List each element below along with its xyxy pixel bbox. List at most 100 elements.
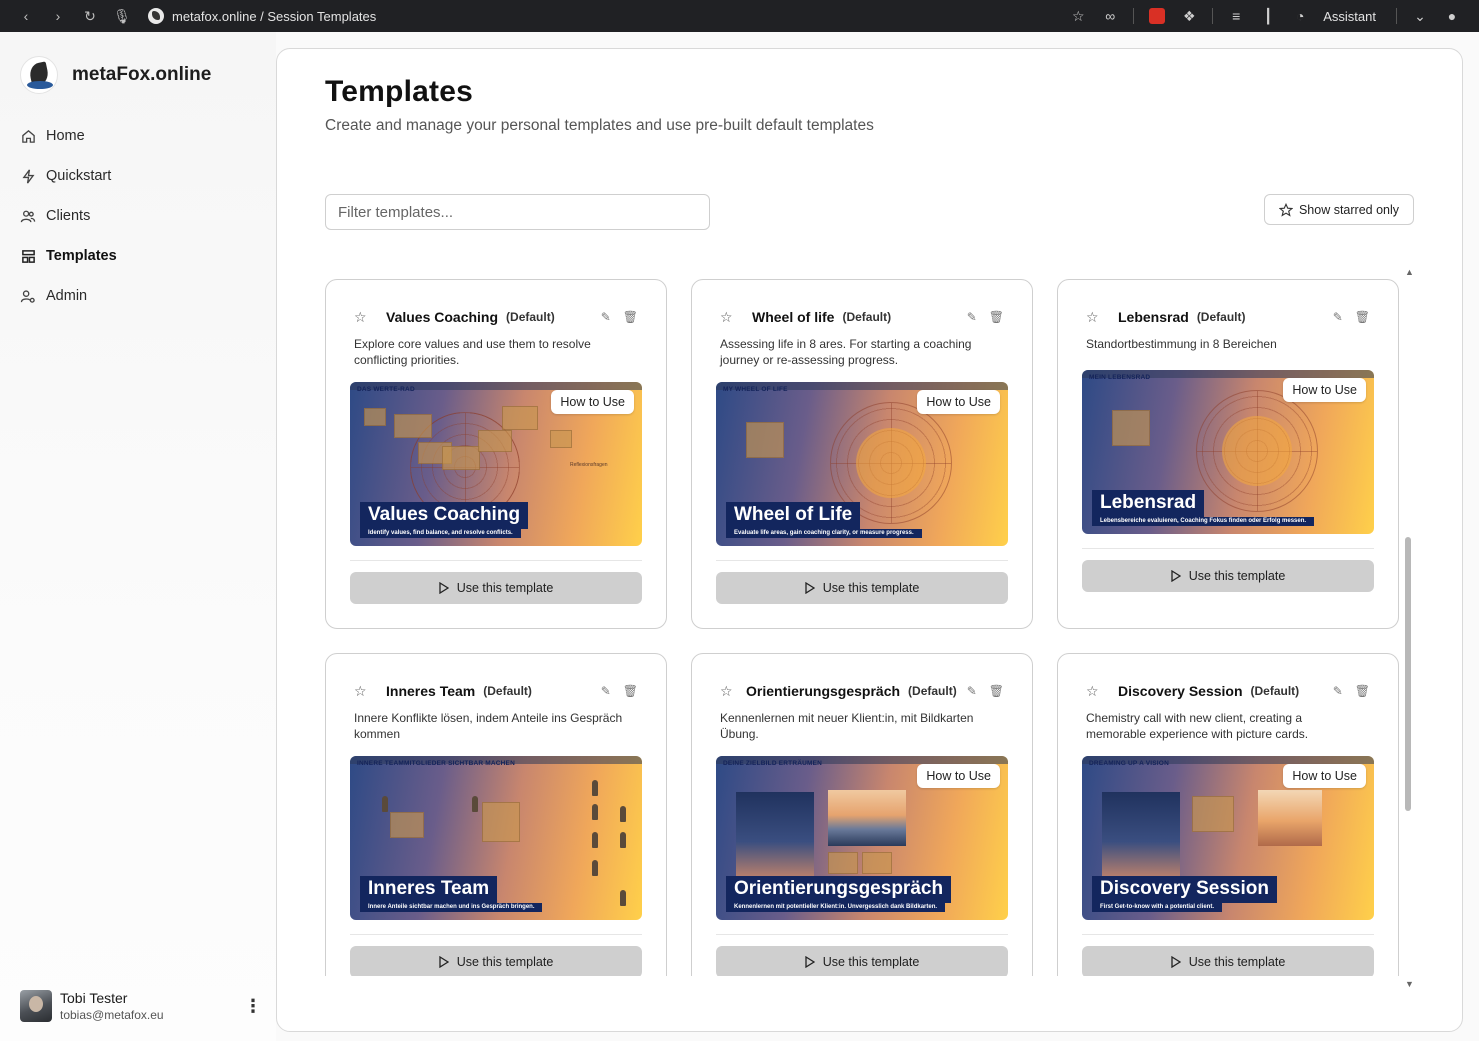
browser-toolbar: ‹ › ↻ 🎙︎ metafox.online / Session Templa… bbox=[0, 0, 1479, 32]
use-this-template-button[interactable]: Use this template bbox=[1082, 946, 1374, 976]
microphone-icon[interactable]: 🎙︎ bbox=[106, 4, 138, 28]
star-icon[interactable]: ☆ bbox=[354, 683, 368, 700]
thumbnail-caption: Evaluate life areas, gain coaching clari… bbox=[726, 529, 922, 538]
play-icon bbox=[439, 582, 449, 594]
use-this-template-button[interactable]: Use this template bbox=[716, 572, 1008, 604]
reload-icon[interactable]: ↻ bbox=[74, 4, 106, 28]
scroll-down-icon[interactable]: ▼ bbox=[1405, 979, 1414, 989]
site-favicon-icon bbox=[148, 8, 164, 24]
chevron-down-icon[interactable]: ⌄ bbox=[1407, 4, 1433, 28]
star-icon[interactable]: ☆ bbox=[354, 309, 368, 326]
edit-icon[interactable]: ✎ bbox=[967, 310, 977, 324]
edit-icon[interactable]: ✎ bbox=[1333, 310, 1343, 324]
template-thumbnail[interactable]: MY WHEEL OF LIFE How to Use Wheel of Lif… bbox=[716, 382, 1008, 546]
sidebar-item-templates[interactable]: Templates bbox=[20, 236, 250, 276]
template-thumbnail[interactable]: MEIN LEBENSRAD How to Use Lebensrad Lebe… bbox=[1082, 370, 1374, 534]
template-description: Innere Konflikte lösen, indem Anteile in… bbox=[354, 711, 623, 741]
link-icon[interactable]: ∞ bbox=[1097, 4, 1123, 28]
sidebar-item-clients[interactable]: Clients bbox=[20, 196, 250, 236]
how-to-use-button[interactable]: How to Use bbox=[917, 764, 1000, 788]
edit-icon[interactable]: ✎ bbox=[601, 684, 611, 698]
edit-icon[interactable]: ✎ bbox=[967, 684, 977, 698]
assistant-label[interactable]: Assistant bbox=[1323, 9, 1376, 24]
template-description: Assessing life in 8 ares. For starting a… bbox=[720, 337, 972, 367]
template-title: Values Coaching bbox=[386, 309, 499, 325]
thumbnail-caption: Kennenlernen mit potentieller Klient:in.… bbox=[726, 903, 946, 912]
audio-wave-icon[interactable]: ┃ bbox=[1255, 4, 1281, 28]
template-title: Orientierungsgespräch bbox=[746, 683, 901, 699]
play-icon bbox=[439, 956, 449, 968]
sidebar-item-label: Home bbox=[46, 128, 85, 144]
bolt-icon bbox=[20, 168, 36, 184]
how-to-use-button[interactable]: How to Use bbox=[917, 390, 1000, 414]
sunset-photo bbox=[828, 790, 906, 846]
default-tag: (Default) bbox=[842, 310, 892, 324]
use-this-template-button[interactable]: Use this template bbox=[350, 572, 642, 604]
template-thumbnail[interactable]: DREAMING UP A VISION How to Use Discover… bbox=[1082, 756, 1374, 920]
reader-mode-icon[interactable]: ≡ bbox=[1223, 4, 1249, 28]
template-description: Kennenlernen mit neuer Klient:in, mit Bi… bbox=[720, 711, 974, 741]
page-subtitle: Create and manage your personal template… bbox=[325, 117, 874, 134]
template-thumbnail[interactable]: INNERE TEAMMITGLIEDER SICHTBAR MACHEN In… bbox=[350, 756, 642, 920]
template-title: Lebensrad bbox=[1118, 309, 1189, 325]
sidebar-item-quickstart[interactable]: Quickstart bbox=[20, 156, 250, 196]
template-title: Discovery Session bbox=[1118, 683, 1243, 699]
forward-icon[interactable]: › bbox=[42, 4, 74, 28]
template-description: Standortbestimmung in 8 Bereichen bbox=[1086, 337, 1277, 351]
show-starred-only-button[interactable]: Show starred only bbox=[1264, 194, 1414, 225]
trash-icon[interactable]: 🗑︎ bbox=[623, 684, 638, 698]
default-tag: (Default) bbox=[1196, 310, 1246, 324]
trash-icon[interactable]: 🗑︎ bbox=[623, 310, 638, 324]
template-card-inneres-team: ☆ Inneres Team (Default) ✎ 🗑︎ Innere Kon… bbox=[325, 653, 667, 976]
star-icon[interactable]: ☆ bbox=[1086, 683, 1100, 700]
page-title: Templates bbox=[325, 75, 473, 108]
user-name: Tobi Tester bbox=[60, 990, 128, 1006]
lighthouse-photo bbox=[1102, 792, 1180, 882]
filter-templates-input[interactable] bbox=[325, 194, 710, 230]
trash-icon[interactable]: 🗑︎ bbox=[1355, 684, 1370, 698]
scrollbar-thumb[interactable] bbox=[1405, 537, 1411, 811]
bookmark-star-icon[interactable]: ☆ bbox=[1065, 4, 1091, 28]
more-options-icon[interactable]: ⋮ bbox=[244, 996, 262, 1017]
sidebar-item-label: Admin bbox=[46, 288, 88, 304]
scroll-up-icon[interactable]: ▲ bbox=[1405, 267, 1414, 277]
star-icon[interactable]: ☆ bbox=[1086, 309, 1100, 326]
thumbnail-header: INNERE TEAMMITGLIEDER SICHTBAR MACHEN bbox=[357, 760, 515, 767]
sidebar-item-label: Clients bbox=[46, 208, 91, 224]
brand-name: metaFox.online bbox=[72, 64, 212, 85]
use-this-template-button[interactable]: Use this template bbox=[350, 946, 642, 976]
assistant-icon[interactable]: ◔ bbox=[1287, 4, 1313, 28]
user-email: tobias@metafox.eu bbox=[60, 1008, 164, 1022]
use-this-template-label: Use this template bbox=[456, 955, 554, 969]
back-icon[interactable]: ‹ bbox=[10, 4, 42, 28]
default-tag: (Default) bbox=[483, 684, 532, 698]
edit-icon[interactable]: ✎ bbox=[601, 310, 611, 324]
address-bar[interactable]: metafox.online / Session Templates bbox=[148, 8, 376, 24]
trash-icon[interactable]: 🗑︎ bbox=[1355, 310, 1370, 324]
sidebar-item-home[interactable]: Home bbox=[20, 116, 250, 156]
extensions-puzzle-icon[interactable]: ❖ bbox=[1176, 4, 1202, 28]
trash-icon[interactable]: 🗑︎ bbox=[989, 310, 1004, 324]
how-to-use-button[interactable]: How to Use bbox=[551, 390, 634, 414]
use-this-template-button[interactable]: Use this template bbox=[1082, 560, 1374, 592]
templates-grid: ☆ Values Coaching (Default) ✎ 🗑︎ Explore… bbox=[325, 279, 1405, 976]
extension-red-icon[interactable] bbox=[1144, 4, 1170, 28]
default-tag: (Default) bbox=[1250, 684, 1300, 698]
template-thumbnail[interactable]: DAS WERTE-RAD Reflexionsfragen How to Us… bbox=[350, 382, 642, 546]
edit-icon[interactable]: ✎ bbox=[1333, 684, 1343, 698]
trash-icon[interactable]: 🗑︎ bbox=[989, 684, 1004, 698]
star-icon[interactable]: ☆ bbox=[720, 309, 734, 326]
lighthouse-photo bbox=[736, 792, 814, 882]
thumbnail-header: MY WHEEL OF LIFE bbox=[723, 386, 788, 393]
user-profile[interactable]: Tobi Tester tobias@metafox.eu ⋮ bbox=[20, 990, 262, 1022]
tree-photo bbox=[1258, 790, 1322, 846]
star-icon[interactable]: ☆ bbox=[720, 683, 734, 700]
template-thumbnail[interactable]: DEINE ZIELBILD ERTRÄUMEN How to Use Orie… bbox=[716, 756, 1008, 920]
sidebar-item-admin[interactable]: Admin bbox=[20, 276, 250, 316]
templates-scrollbar[interactable]: ▲ ▼ bbox=[1405, 267, 1414, 989]
how-to-use-button[interactable]: How to Use bbox=[1283, 764, 1366, 788]
how-to-use-button[interactable]: How to Use bbox=[1283, 378, 1366, 402]
brand[interactable]: metaFox.online bbox=[20, 56, 211, 94]
use-this-template-button[interactable]: Use this template bbox=[716, 946, 1008, 976]
profile-globe-icon[interactable]: ● bbox=[1439, 4, 1465, 28]
